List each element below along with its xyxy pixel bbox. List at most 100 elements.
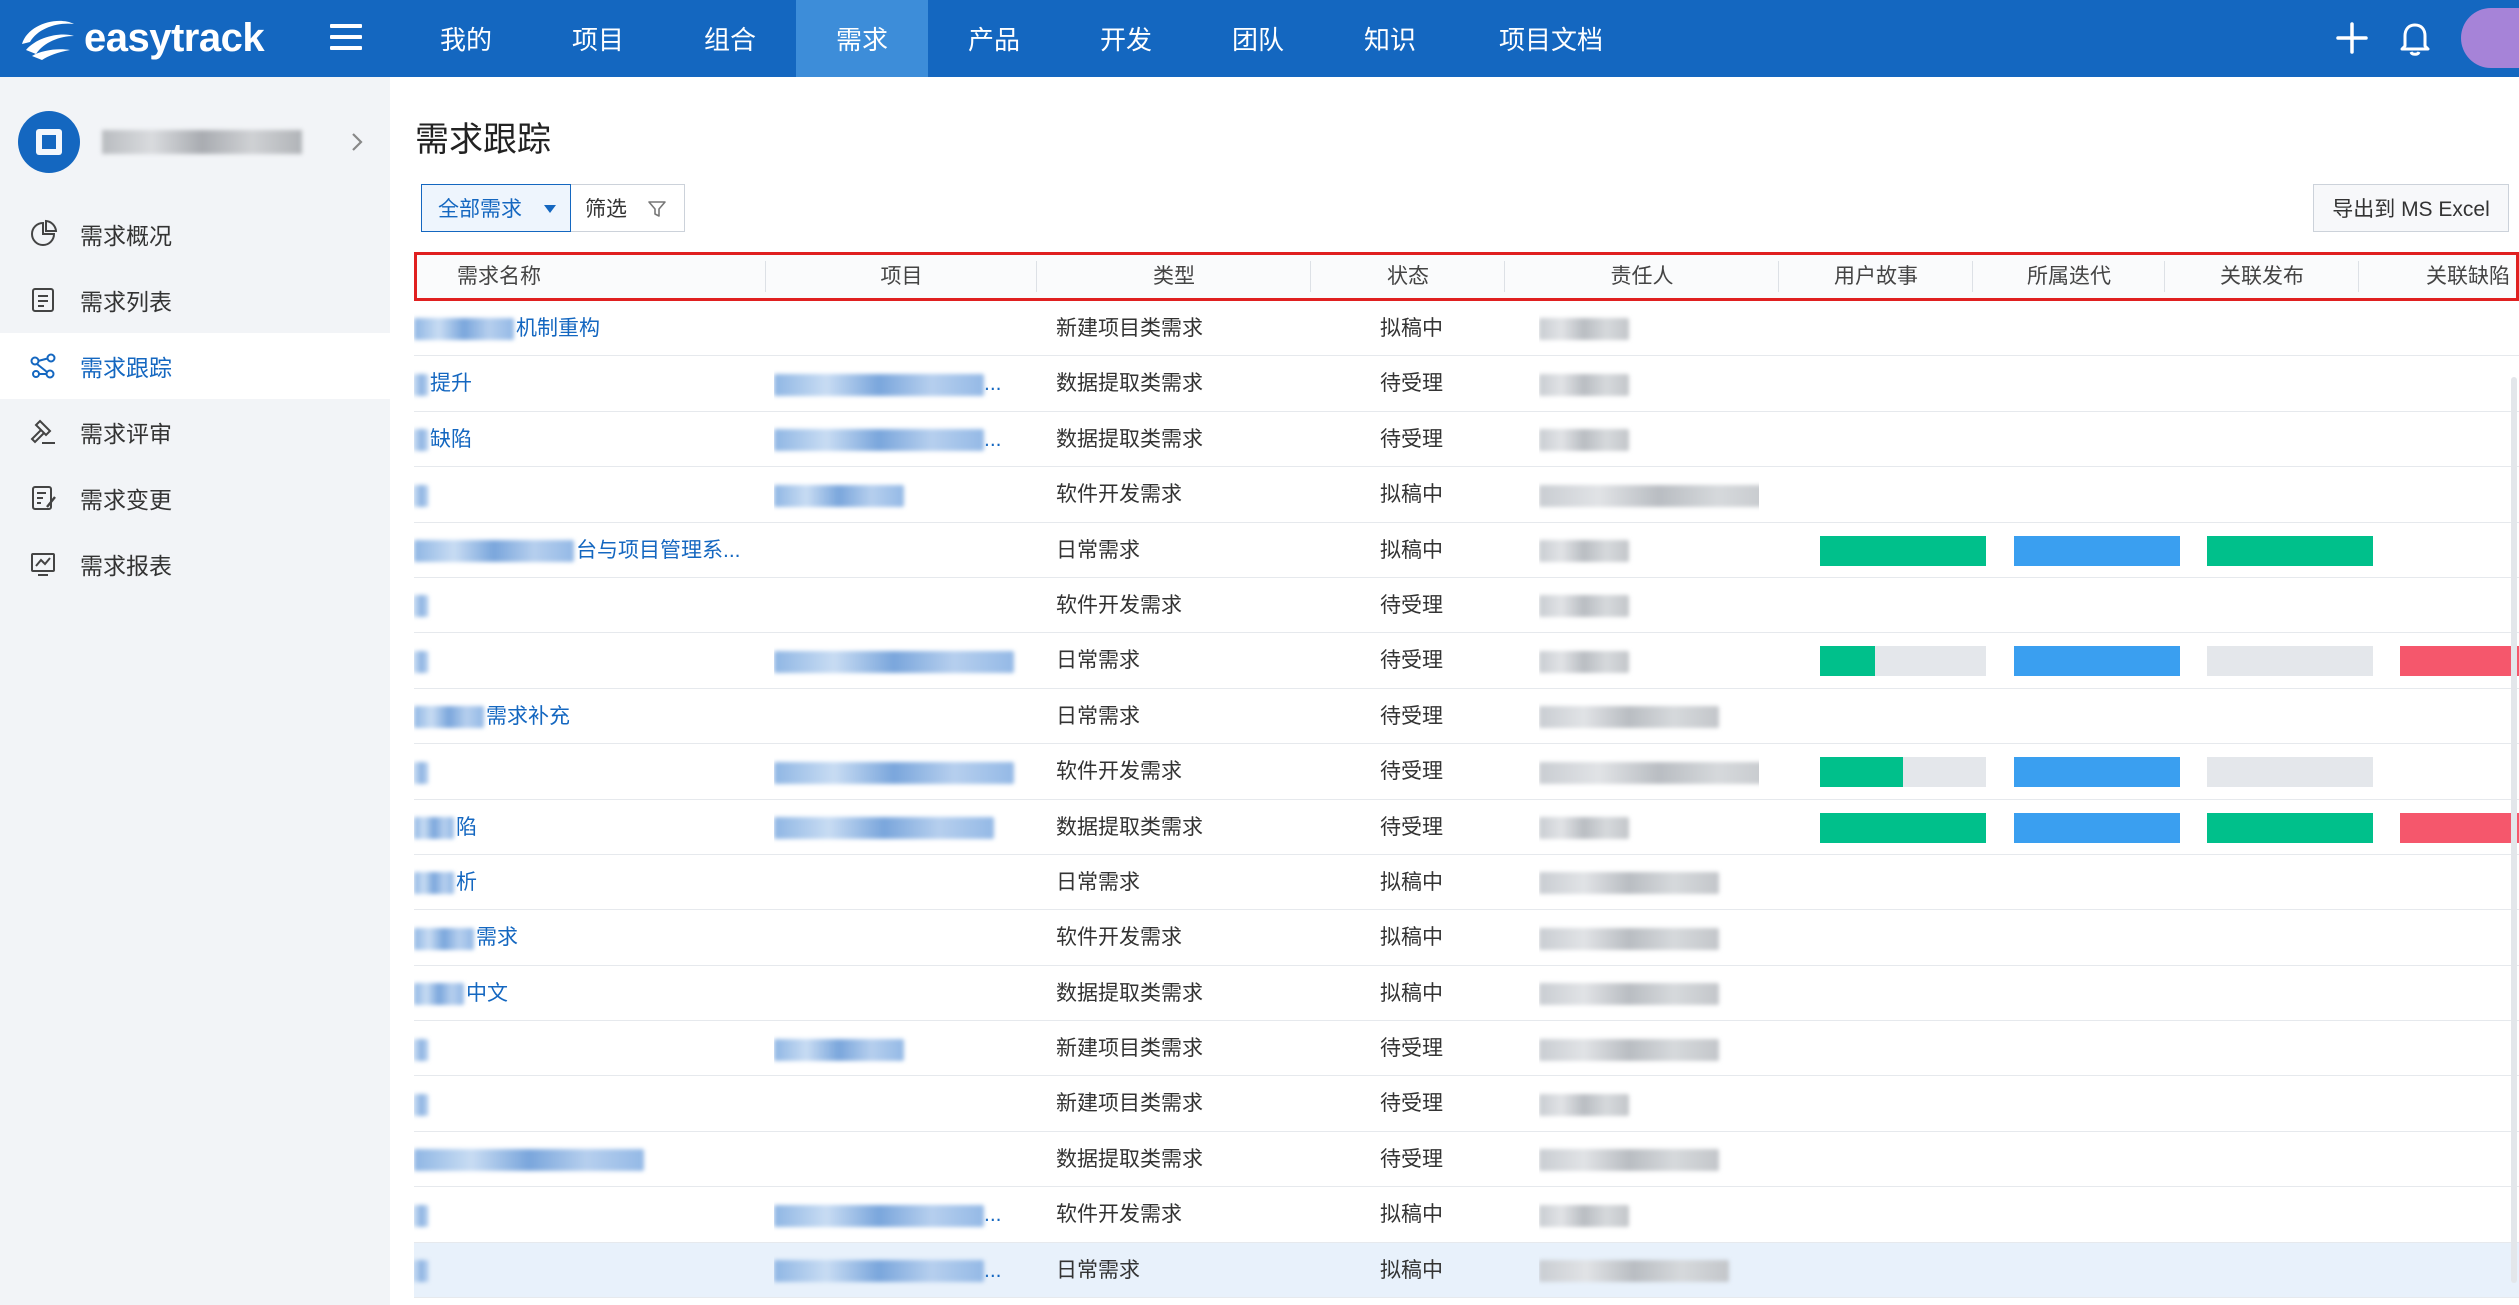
requirement-name-link[interactable] [414, 744, 764, 799]
nav-item-1[interactable]: 项目 [532, 0, 664, 77]
project-cell[interactable] [774, 301, 1034, 356]
column-header-4[interactable]: 责任人 [1505, 255, 1779, 298]
table-row[interactable]: 析 日常需求 拟稿中 [414, 855, 2519, 911]
notification-bell-icon[interactable] [2395, 18, 2435, 58]
filter-button[interactable]: 筛选 [571, 184, 685, 232]
table-row[interactable]: 软件开发需求 拟稿中 [414, 467, 2519, 523]
menu-toggle-icon[interactable] [330, 24, 362, 52]
project-cell[interactable] [774, 966, 1034, 1021]
project-cell[interactable] [774, 1021, 1034, 1076]
add-icon[interactable] [2332, 18, 2372, 58]
table-row[interactable]: 需求补充 日常需求 待受理 [414, 689, 2519, 745]
sidebar-item-5[interactable]: 需求报表 [0, 531, 390, 597]
project-cell[interactable] [774, 1132, 1034, 1187]
project-cell[interactable]: ... [774, 1243, 1034, 1298]
progress-bar-user-story[interactable] [1820, 646, 1986, 677]
progress-bar-user-story[interactable] [1820, 757, 1986, 788]
table-row[interactable]: 提升... 数据提取类需求 待受理 [414, 356, 2519, 412]
requirement-name-link[interactable]: 机制重构 [414, 301, 764, 356]
nav-item-7[interactable]: 知识 [1324, 0, 1456, 77]
table-row[interactable]: 陷 数据提取类需求 待受理 [414, 800, 2519, 855]
column-header-7[interactable]: 关联发布 [2165, 255, 2359, 298]
sidebar-item-3[interactable]: 需求评审 [0, 399, 390, 465]
requirement-name-link[interactable]: 需求 [414, 910, 764, 965]
project-cell[interactable] [774, 800, 1034, 855]
progress-bar-iteration[interactable] [2014, 812, 2180, 843]
progress-bar-user-story[interactable] [1820, 812, 1986, 843]
project-cell[interactable] [774, 1076, 1034, 1131]
progress-bar-release[interactable] [2207, 812, 2373, 843]
project-cell[interactable]: ... [774, 356, 1034, 411]
workspace-switcher[interactable] [18, 107, 378, 177]
project-cell[interactable] [774, 855, 1034, 910]
column-header-0[interactable]: 需求名称 [417, 255, 766, 298]
table-row[interactable]: 机制重构 新建项目类需求 拟稿中 [414, 301, 2519, 357]
column-header-8[interactable]: 关联缺陷 [2359, 255, 2516, 298]
requirement-name-link[interactable]: 缺陷 [414, 412, 764, 467]
column-header-5[interactable]: 用户故事 [1779, 255, 1973, 298]
project-cell[interactable] [774, 633, 1034, 688]
nav-item-2[interactable]: 组合 [664, 0, 796, 77]
requirement-name-link[interactable] [414, 1187, 764, 1242]
requirement-name-link[interactable]: 提升 [414, 356, 764, 411]
progress-bar-release[interactable] [2207, 757, 2373, 788]
progress-bar-defect[interactable] [2400, 646, 2519, 677]
requirement-name-link[interactable] [414, 578, 764, 633]
project-cell[interactable] [774, 523, 1034, 578]
project-cell[interactable] [774, 689, 1034, 744]
column-header-2[interactable]: 类型 [1037, 255, 1311, 298]
nav-item-4[interactable]: 产品 [928, 0, 1060, 77]
sidebar-item-2[interactable]: 需求跟踪 [0, 333, 390, 399]
table-row[interactable]: ... 软件开发需求 拟稿中 [414, 1187, 2519, 1243]
sidebar-item-1[interactable]: 需求列表 [0, 267, 390, 333]
requirement-name-link[interactable]: 中文 [414, 966, 764, 1021]
sidebar-item-0[interactable]: 需求概况 [0, 201, 390, 267]
table-row[interactable]: 中文 数据提取类需求 拟稿中 [414, 966, 2519, 1022]
app-logo[interactable]: easytrack [18, 9, 265, 67]
progress-bar-iteration[interactable] [2014, 757, 2180, 788]
project-cell[interactable] [774, 578, 1034, 633]
nav-item-6[interactable]: 团队 [1192, 0, 1324, 77]
requirement-name-link[interactable] [414, 1076, 764, 1131]
progress-bar-defect[interactable] [2400, 812, 2519, 843]
export-excel-button[interactable]: 导出到 MS Excel [2313, 184, 2509, 232]
table-row[interactable]: 缺陷... 数据提取类需求 待受理 [414, 412, 2519, 468]
vertical-scrollbar[interactable] [2511, 377, 2517, 1283]
table-row[interactable]: 新建项目类需求 待受理 [414, 1076, 2519, 1132]
nav-item-8[interactable]: 项目文档 [1456, 0, 1646, 77]
requirement-name-link[interactable] [414, 1132, 764, 1187]
project-cell[interactable] [774, 467, 1034, 522]
table-row[interactable]: 软件开发需求 待受理 [414, 744, 2519, 800]
table-row[interactable]: ... 日常需求 拟稿中 [414, 1242, 2519, 1299]
progress-bar-release[interactable] [2207, 646, 2373, 677]
nav-item-3[interactable]: 需求 [796, 0, 928, 77]
project-cell[interactable] [774, 910, 1034, 965]
table-row[interactable]: 软件开发需求 待受理 [414, 578, 2519, 634]
requirement-name-link[interactable]: 析 [414, 855, 764, 910]
requirement-name-link[interactable]: 需求补充 [414, 689, 764, 744]
progress-bar-iteration[interactable] [2014, 646, 2180, 677]
table-row[interactable]: 新建项目类需求 待受理 [414, 1021, 2519, 1077]
project-cell[interactable]: ... [774, 1187, 1034, 1242]
column-header-3[interactable]: 状态 [1311, 255, 1505, 298]
table-row[interactable]: 数据提取类需求 待受理 [414, 1132, 2519, 1188]
requirement-name-link[interactable] [414, 467, 764, 522]
column-header-6[interactable]: 所属迭代 [1973, 255, 2165, 298]
user-avatar[interactable] [2461, 8, 2519, 68]
table-row[interactable]: 台与项目管理系... 日常需求 拟稿中 [414, 523, 2519, 578]
progress-bar-iteration[interactable] [2014, 535, 2180, 566]
requirement-name-link[interactable] [414, 1243, 764, 1298]
column-header-1[interactable]: 项目 [766, 255, 1037, 298]
requirement-scope-dropdown[interactable]: 全部需求 [421, 184, 571, 232]
sidebar-item-4[interactable]: 需求变更 [0, 465, 390, 531]
project-cell[interactable]: ... [774, 412, 1034, 467]
progress-bar-user-story[interactable] [1820, 535, 1986, 566]
nav-item-5[interactable]: 开发 [1060, 0, 1192, 77]
requirement-name-link[interactable]: 陷 [414, 800, 764, 855]
project-cell[interactable] [774, 744, 1034, 799]
table-row[interactable]: 日常需求 待受理 [414, 633, 2519, 689]
requirement-name-link[interactable]: 台与项目管理系... [414, 523, 764, 578]
chevron-right-icon[interactable] [342, 127, 372, 157]
requirement-name-link[interactable] [414, 1021, 764, 1076]
table-row[interactable]: 需求 软件开发需求 拟稿中 [414, 910, 2519, 966]
